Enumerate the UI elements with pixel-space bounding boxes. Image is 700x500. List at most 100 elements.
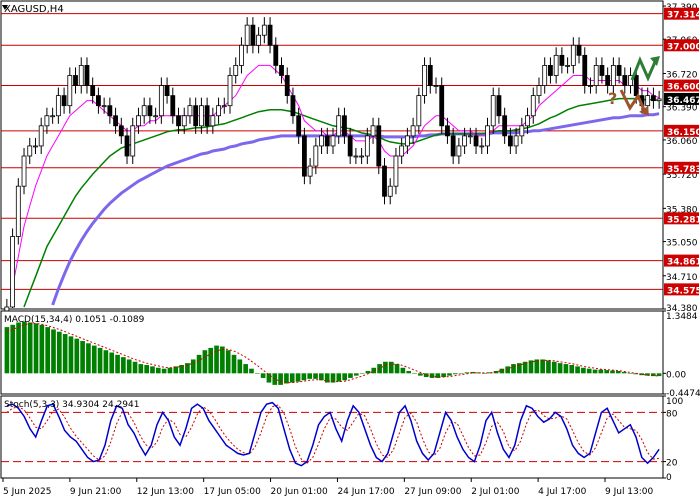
candle-body xyxy=(588,85,593,87)
macd-bar xyxy=(452,373,458,375)
2-tick-label: 80 xyxy=(666,409,678,419)
candle-body xyxy=(50,115,56,118)
2-tick-label: 20 xyxy=(666,459,678,469)
macd-bar xyxy=(383,361,388,374)
macd-bar xyxy=(610,370,615,374)
candle-body xyxy=(296,115,302,137)
candle-body xyxy=(38,125,44,147)
candle-body xyxy=(141,105,147,117)
candle-body xyxy=(525,115,530,127)
candle-body xyxy=(342,115,347,137)
candle-body xyxy=(153,115,159,118)
candle-body xyxy=(118,125,124,137)
level-label: 34.575 xyxy=(667,286,700,296)
macd-bar xyxy=(627,373,633,374)
candle-body xyxy=(359,155,365,158)
macd-bar xyxy=(575,366,580,374)
macd-pane[interactable]: 1.34840.00-0.4474MACD(15,34,4) 0.1051 -0… xyxy=(0,310,700,399)
candle-body xyxy=(313,145,319,167)
0-tick-label: 35.050 xyxy=(666,239,698,249)
macd-bar xyxy=(138,364,144,374)
candle-body xyxy=(427,65,433,86)
macd-bar xyxy=(266,373,272,383)
candle-body xyxy=(210,115,216,127)
0-tick-label: 36.060 xyxy=(666,137,698,147)
candle-body xyxy=(559,54,565,66)
level-label: 37.000 xyxy=(667,42,700,52)
candle-body xyxy=(147,105,153,117)
macd-bar xyxy=(45,327,51,374)
price-pane[interactable]: 37.39037.06036.72036.39036.06035.72035.3… xyxy=(0,0,700,328)
candle-body xyxy=(216,105,221,117)
time-tick-label: 2 Jul 01:00 xyxy=(471,487,520,497)
macd-bar xyxy=(214,345,219,374)
macd-bar xyxy=(569,365,575,374)
macd-bar xyxy=(109,352,115,374)
macd-bar xyxy=(190,359,196,374)
macd-bar xyxy=(68,336,74,374)
macd-bar xyxy=(598,369,604,374)
macd-bar xyxy=(249,368,254,374)
macd-bar xyxy=(97,347,103,374)
candle-body xyxy=(124,135,130,157)
candle-body xyxy=(10,236,15,308)
candle-body xyxy=(364,135,370,157)
macd-bar xyxy=(464,372,470,374)
macd-bar xyxy=(27,322,33,374)
candle-body xyxy=(164,85,170,97)
candle-body xyxy=(27,145,33,157)
level-label: 36.600 xyxy=(667,83,700,93)
stochastic-pane[interactable]: 100 80 20 0 Stoch(5,3,3) 34.9304 24.2941 xyxy=(0,395,683,483)
candle-body xyxy=(336,115,342,137)
candle-body xyxy=(250,24,256,46)
macd-bar xyxy=(313,373,318,379)
candle-body xyxy=(450,135,456,157)
macd-bar xyxy=(592,369,598,374)
candle-body xyxy=(548,65,553,76)
candle-body xyxy=(319,135,324,147)
macd-bar xyxy=(150,366,155,374)
candle xyxy=(10,228,15,308)
candle-body xyxy=(267,24,273,46)
candle-body xyxy=(645,95,651,107)
candle-body xyxy=(44,115,50,127)
macd-bar xyxy=(202,350,208,374)
candle-body xyxy=(90,85,96,97)
candle-body xyxy=(485,125,490,147)
macd-bar xyxy=(278,373,283,385)
candle-body xyxy=(347,135,353,157)
macd-bar xyxy=(319,373,324,381)
candle-body xyxy=(536,85,542,97)
candle-body xyxy=(61,95,67,107)
candle-body xyxy=(496,95,502,117)
macd-bar xyxy=(132,361,138,374)
candle-body xyxy=(404,135,410,147)
candle-body xyxy=(576,44,582,56)
macd-bar xyxy=(74,338,80,374)
macd-bar xyxy=(22,321,27,374)
candle-body xyxy=(33,145,38,148)
macd-bar xyxy=(33,323,39,374)
candle-body xyxy=(181,115,187,127)
time-tick-label: 20 Jun 01:00 xyxy=(271,487,328,497)
candle-body xyxy=(227,75,233,107)
time-tick-label: 4 Jul 17:00 xyxy=(538,487,587,497)
macd-bar xyxy=(161,368,167,374)
macd-bar xyxy=(39,324,45,374)
level-label: 37.314 xyxy=(667,11,700,21)
0-tick-label: 34.710 xyxy=(666,273,698,283)
candle-body xyxy=(130,125,136,157)
time-tick-label: 12 Jun 13:00 xyxy=(137,487,194,497)
candle-body xyxy=(55,95,61,117)
macd-bar xyxy=(51,329,56,374)
macd-bar xyxy=(458,373,464,374)
macd-bar xyxy=(237,359,243,374)
candle-body xyxy=(445,125,450,137)
question-mark-icon: ? xyxy=(608,89,617,108)
candle-body xyxy=(462,135,468,147)
macd-bar xyxy=(505,366,511,374)
macd-bar xyxy=(336,373,342,382)
candle-body xyxy=(656,98,662,102)
macd-bar xyxy=(551,361,557,374)
level-label: 35.783 xyxy=(667,165,700,175)
